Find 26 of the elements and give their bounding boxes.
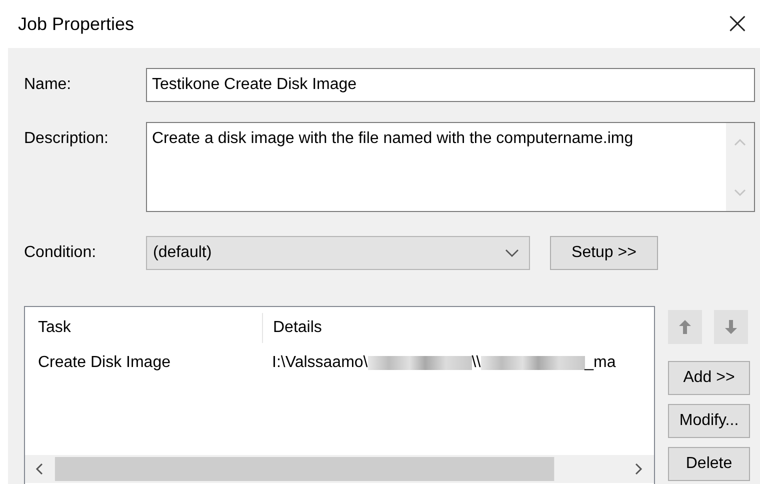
move-up-button[interactable] [668, 310, 702, 344]
condition-dropdown[interactable]: (default) [146, 236, 530, 270]
path-text: _ma [584, 354, 616, 372]
move-down-button[interactable] [714, 310, 748, 344]
column-header[interactable]: Details [263, 313, 322, 343]
table-cell-text: Create Disk Image [37, 354, 172, 372]
chevron-down-icon [505, 249, 519, 257]
action-button[interactable]: Add >> [668, 361, 750, 395]
field-label: Condition: [24, 244, 98, 262]
action-button[interactable]: Modify... [668, 404, 750, 438]
close-button[interactable]: × [720, 9, 754, 39]
description-field[interactable]: Create a disk image with the file named with the computername.img [146, 122, 755, 212]
arrow-down-icon [725, 320, 737, 334]
setup-button[interactable]: Setup >> [550, 236, 658, 270]
path-text: I:\Valssaamo\ [272, 354, 368, 372]
action-button[interactable]: Delete [668, 447, 750, 481]
field-label: Description: [24, 129, 110, 148]
field-label: Name: [24, 76, 72, 94]
scrollbar[interactable] [25, 455, 654, 483]
scrollbar[interactable] [726, 123, 754, 211]
path-text: \\ [472, 354, 481, 372]
dropdown-value: (default) [153, 244, 212, 262]
column-header[interactable]: Task [25, 313, 263, 343]
window-title: Job Properties [18, 14, 134, 34]
arrow-up-icon [679, 320, 691, 334]
name-field[interactable]: Testikone Create Disk Image [146, 68, 755, 102]
